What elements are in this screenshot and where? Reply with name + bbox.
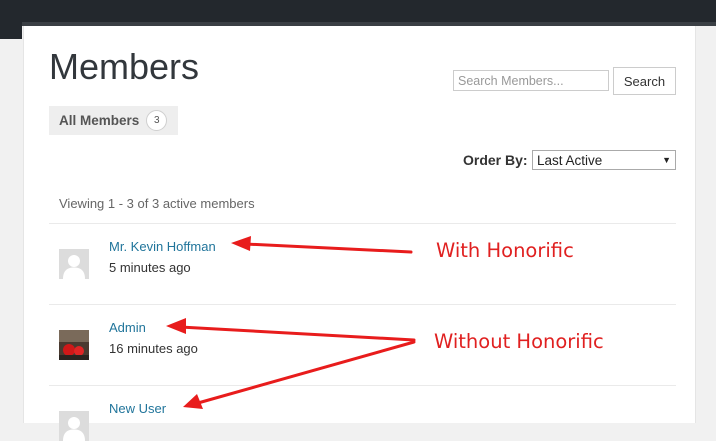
arrow-with-honorific [243,242,413,254]
arrow-without-newuser [196,340,416,405]
annotation-with-honorific: With Honorific [436,239,574,262]
arrowhead-icon [166,318,186,334]
annotation-without-honorific: Without Honorific [434,330,604,353]
arrowhead-icon [183,394,203,409]
arrow-without-admin [178,325,416,342]
annotation-arrows [166,236,416,409]
arrowhead-icon [231,236,251,251]
